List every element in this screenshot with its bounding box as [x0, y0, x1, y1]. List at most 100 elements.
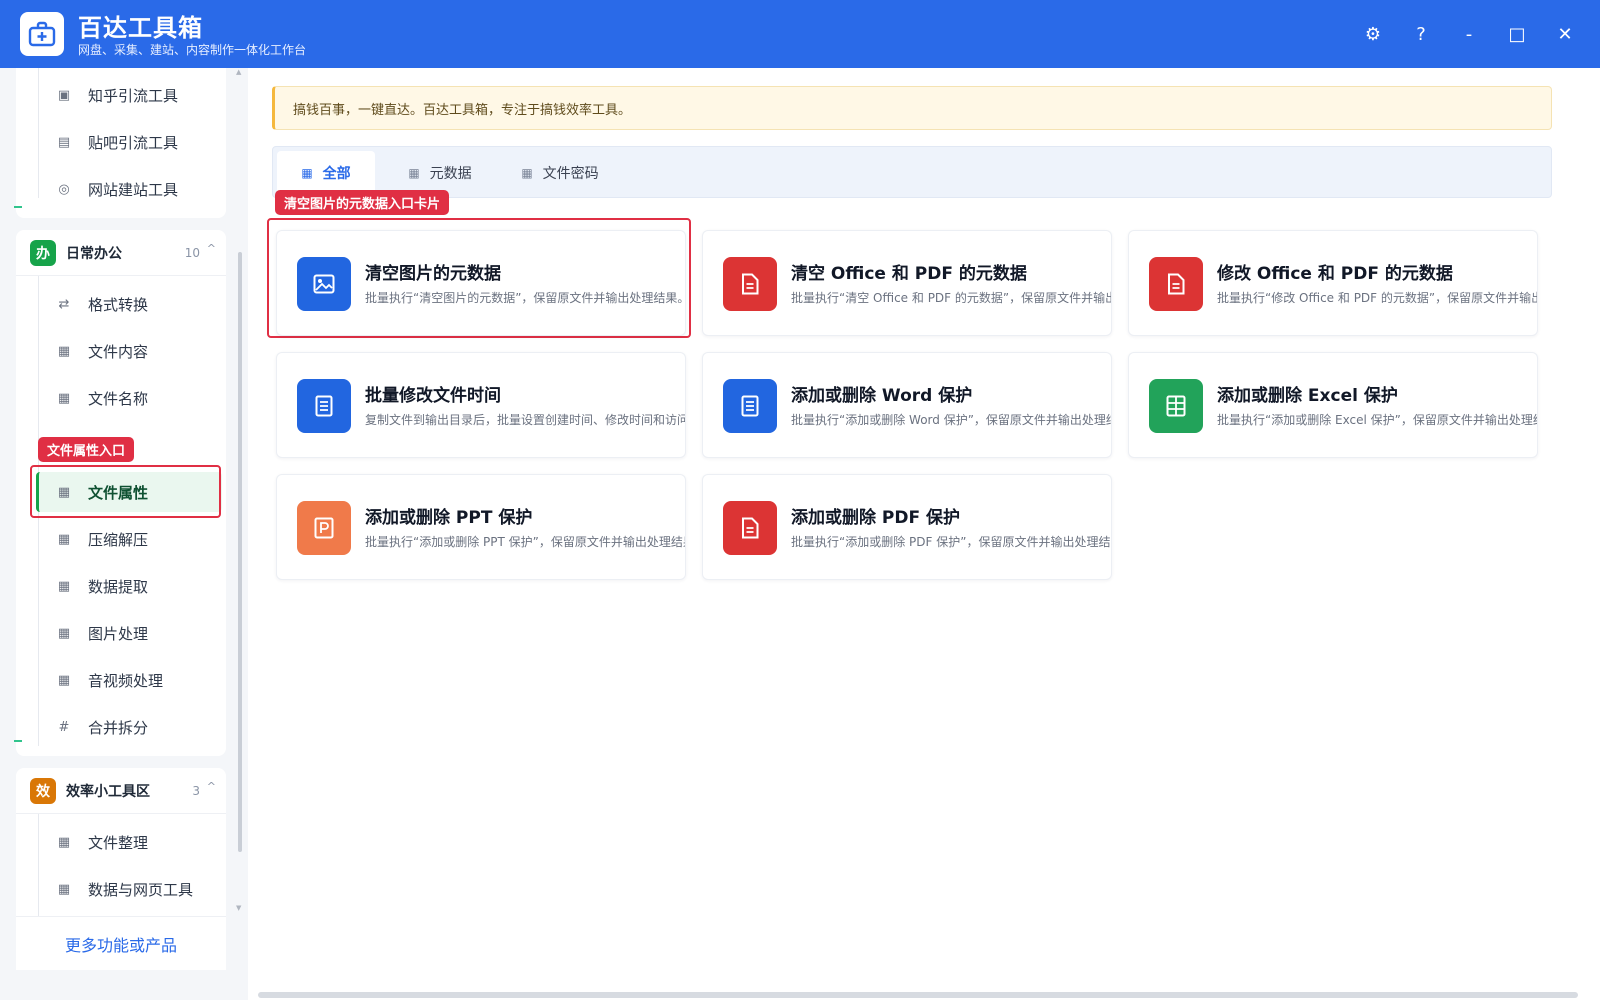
scroll-down-arrow-icon[interactable]: ▼ — [236, 904, 241, 912]
tool-card-clear-office-pdf-metadata[interactable]: 清空 Office 和 PDF 的元数据 批量执行“清空 Office 和 PD… — [702, 230, 1112, 336]
tool-card-pdf-protection[interactable]: 添加或删除 PDF 保护 批量执行“添加或删除 PDF 保护”，保留原文件并输出… — [702, 474, 1112, 580]
toolbox-logo-icon — [20, 12, 64, 56]
sidebar-item-file-name[interactable]: ▦ 文件名称 — [36, 378, 222, 418]
horizontal-scrollbar[interactable] — [258, 992, 1578, 998]
sidebar-item-label: 网站建站工具 — [88, 180, 179, 199]
zhihu-icon: ▣ — [57, 87, 71, 103]
tab-label: 全部 — [322, 166, 351, 182]
sidebar-item-merge-split[interactable]: # 合并拆分 — [36, 707, 222, 747]
sidebar-item-format[interactable]: ⇄ 格式转换 — [36, 284, 222, 324]
sidebar-item-label: 格式转换 — [88, 295, 149, 314]
sidebar-item-data-web[interactable]: ▦ 数据与网页工具 — [36, 869, 222, 909]
sidebar-item-label: 压缩解压 — [88, 530, 149, 549]
tool-card-modify-office-pdf-metadata[interactable]: 修改 Office 和 PDF 的元数据 批量执行“修改 Office 和 PD… — [1128, 230, 1538, 336]
tool-card-ppt-protection[interactable]: 添加或删除 PPT 保护 批量执行“添加或删除 PPT 保护”，保留原文件并输出… — [276, 474, 686, 580]
sidebar-scrollbar[interactable] — [238, 252, 242, 852]
sidebar-item-label: 合并拆分 — [88, 718, 149, 737]
more-features-button[interactable]: 更多功能或产品 — [16, 916, 226, 970]
grid-icon: ▦ — [57, 625, 71, 641]
main-panel: 搞钱百事，一键直达。百达工具箱，专注于搞钱效率工具。 ▦ 全部 ▦ 元数据 ▦ … — [248, 68, 1600, 1000]
sidebar-item-label: 数据提取 — [88, 577, 149, 596]
sidebar-item-label: 文件整理 — [88, 833, 149, 852]
tieba-icon: ▤ — [57, 134, 71, 150]
grid-icon: ▦ — [301, 166, 313, 180]
group-header[interactable]: 效 效率小工具区 3 ^ — [16, 768, 226, 814]
tab-label: 文件密码 — [542, 166, 599, 182]
grid-icon: ▦ — [57, 578, 71, 594]
document-icon — [1149, 257, 1203, 311]
group-badge: 办 — [30, 239, 56, 266]
chevron-up-icon[interactable]: ^ — [207, 780, 216, 793]
tool-card-excel-protection[interactable]: 添加或删除 Excel 保护 批量执行“添加或删除 Excel 保护”，保留原文… — [1128, 352, 1538, 458]
sidebar-item-zhihu[interactable]: ▣ 知乎引流工具 — [36, 75, 222, 115]
tool-card-clear-image-metadata[interactable]: 清空图片的元数据 批量执行“清空图片的元数据”，保留原文件并输出处理结果。 — [276, 230, 686, 336]
rail-marker — [14, 740, 22, 742]
file-lines-icon — [297, 379, 351, 433]
minimize-button[interactable]: - — [1453, 18, 1485, 50]
card-title: 批量修改文件时间 — [365, 386, 501, 406]
hash-icon: # — [58, 719, 70, 735]
document-icon — [723, 501, 777, 555]
sidebar-item-label: 知乎引流工具 — [88, 86, 179, 105]
sidebar-item-label: 文件内容 — [88, 342, 149, 361]
card-description: 批量执行“添加或删除 Excel 保护”，保留原文件并输出处理结果。 — [1217, 413, 1538, 427]
card-description: 复制文件到输出目录后，批量设置创建时间、修改时间和访问时间。 — [365, 413, 685, 427]
sidebar-item-label: 贴吧引流工具 — [88, 133, 179, 152]
category-tabs: ▦ 全部 ▦ 元数据 ▦ 文件密码 — [272, 146, 1552, 198]
grid-icon: ▦ — [57, 343, 71, 359]
sidebar-item-website[interactable]: ◎ 网站建站工具 — [36, 169, 222, 209]
rail-marker — [14, 206, 22, 208]
annotation-label: 文件属性入口 — [38, 437, 135, 462]
close-button[interactable]: ✕ — [1549, 18, 1581, 50]
scroll-up-arrow-icon[interactable]: ▲ — [236, 68, 241, 76]
grid-icon: ▦ — [57, 390, 71, 406]
sidebar-item-label: 数据与网页工具 — [88, 880, 194, 899]
card-title: 清空图片的元数据 — [365, 264, 501, 284]
help-icon[interactable]: ? — [1405, 18, 1437, 50]
grid-icon: ▦ — [57, 881, 71, 897]
sidebar-item-file-organize[interactable]: ▦ 文件整理 — [36, 822, 222, 862]
notice-banner: 搞钱百事，一键直达。百达工具箱，专注于搞钱效率工具。 — [272, 86, 1552, 130]
sidebar-item-compress[interactable]: ▦ 压缩解压 — [36, 519, 222, 559]
annotation-highlight-box — [30, 465, 221, 518]
card-description: 批量执行“添加或删除 PPT 保护”，保留原文件并输出处理结果。 — [365, 535, 686, 549]
group-count: 10 — [184, 245, 200, 260]
slides-icon — [297, 501, 351, 555]
sidebar: ▣ 知乎引流工具 ▤ 贴吧引流工具 ◎ 网站建站工具 办 日常办公 10 ^ ⇄… — [0, 68, 246, 1000]
sidebar-item-tieba[interactable]: ▤ 贴吧引流工具 — [36, 122, 222, 162]
sidebar-group-traffic: ▣ 知乎引流工具 ▤ 贴吧引流工具 ◎ 网站建站工具 — [16, 68, 226, 218]
card-title: 添加或删除 Word 保护 — [791, 386, 973, 406]
group-title: 日常办公 — [66, 245, 122, 262]
document-icon — [723, 257, 777, 311]
grid-icon: ▦ — [521, 166, 533, 180]
grid-icon: ▦ — [57, 672, 71, 688]
tool-card-word-protection[interactable]: 添加或删除 Word 保护 批量执行“添加或删除 Word 保护”，保留原文件并… — [702, 352, 1112, 458]
group-header[interactable]: 办 日常办公 10 ^ — [16, 230, 226, 276]
sidebar-item-image[interactable]: ▦ 图片处理 — [36, 613, 222, 653]
app-title: 百达工具箱 — [78, 14, 203, 42]
settings-icon[interactable]: ⚙ — [1357, 18, 1389, 50]
card-description: 批量执行“添加或删除 PDF 保护”，保留原文件并输出处理结果。 — [791, 535, 1112, 549]
card-title: 添加或删除 Excel 保护 — [1217, 386, 1398, 406]
card-title: 添加或删除 PDF 保护 — [791, 508, 961, 528]
chevron-up-icon[interactable]: ^ — [207, 242, 216, 255]
grid-icon: ▦ — [408, 166, 420, 180]
sidebar-item-data-extract[interactable]: ▦ 数据提取 — [36, 566, 222, 606]
web-build-icon: ◎ — [58, 181, 70, 197]
group-count: 3 — [192, 783, 200, 798]
card-title: 清空 Office 和 PDF 的元数据 — [791, 264, 1027, 284]
sidebar-item-av[interactable]: ▦ 音视频处理 — [36, 660, 222, 700]
card-title: 修改 Office 和 PDF 的元数据 — [1217, 264, 1453, 284]
maximize-button[interactable]: □ — [1501, 18, 1533, 50]
file-lines-icon — [723, 379, 777, 433]
tab-file-password[interactable]: ▦ 文件密码 — [505, 151, 615, 195]
swap-icon: ⇄ — [58, 296, 70, 312]
sidebar-item-file-content[interactable]: ▦ 文件内容 — [36, 331, 222, 371]
card-description: 批量执行“修改 Office 和 PDF 的元数据”，保留原文件并输出处理结果。 — [1217, 291, 1538, 305]
title-bar: 百达工具箱 网盘、采集、建站、内容制作一体化工作台 ⚙ ? - □ ✕ — [0, 0, 1600, 68]
tool-card-batch-file-time[interactable]: 批量修改文件时间 复制文件到输出目录后，批量设置创建时间、修改时间和访问时间。 — [276, 352, 686, 458]
table-icon — [1149, 379, 1203, 433]
card-title: 添加或删除 PPT 保护 — [365, 508, 533, 528]
tab-metadata[interactable]: ▦ 元数据 — [385, 151, 495, 195]
tab-all[interactable]: ▦ 全部 — [277, 151, 375, 195]
